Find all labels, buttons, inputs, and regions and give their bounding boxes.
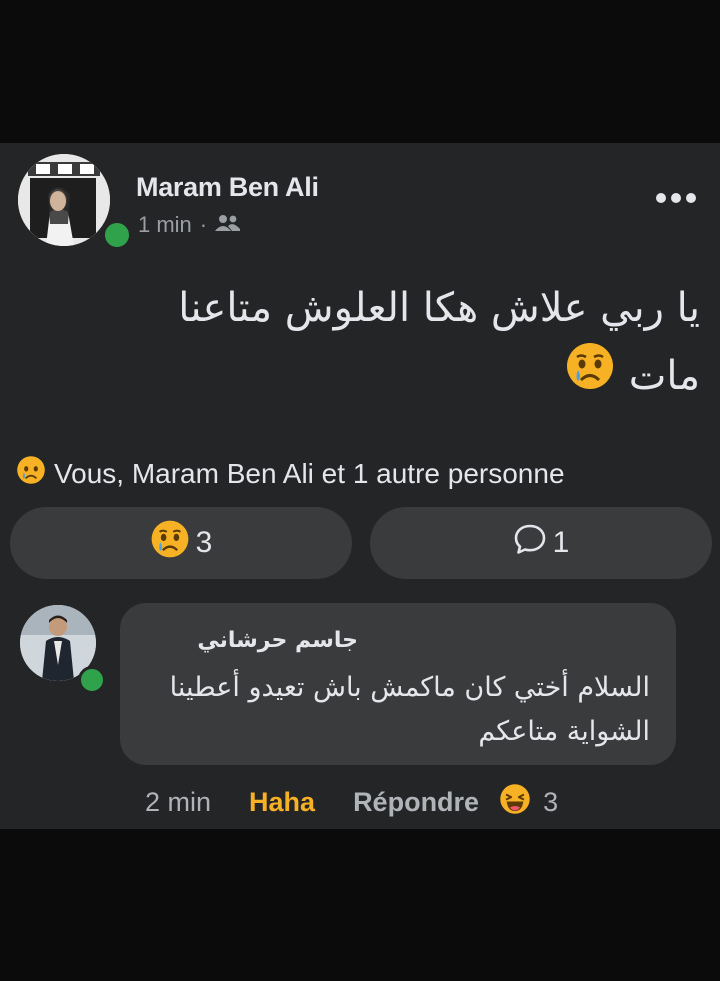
comment-time[interactable]: 2 min xyxy=(145,787,211,818)
commenter-name[interactable]: جاسم حرشاني xyxy=(197,628,358,653)
sad-tear-emoji xyxy=(16,455,46,492)
comment-reaction-number: 3 xyxy=(543,787,559,817)
post-author-name[interactable]: Maram Ben Ali xyxy=(136,172,319,203)
commenter-online-dot xyxy=(78,666,106,694)
comment-reaction-link[interactable]: Haha xyxy=(249,787,315,818)
comment-text-line-2: الشواية متاعكم xyxy=(478,716,650,747)
post-time[interactable]: 1 min xyxy=(138,212,192,238)
more-horizontal-icon xyxy=(656,193,696,203)
reply-button[interactable]: Répondre xyxy=(353,787,479,818)
post-text-line-2-text: مات xyxy=(628,353,700,399)
sad-tear-emoji xyxy=(150,519,190,567)
meta-separator: · xyxy=(199,212,208,237)
sad-tear-emoji xyxy=(565,341,615,411)
post-text-line-2: مات xyxy=(60,341,700,411)
comment-text-line-1: السلام أختي كان ماكمش باش تعيدو أعطينا xyxy=(169,672,650,703)
more-options-button[interactable] xyxy=(652,180,700,216)
comment-icon xyxy=(513,523,547,563)
comment-reaction-count[interactable]: 3 xyxy=(499,783,558,822)
comment-actions: 2 min Haha Répondre 3 xyxy=(145,783,558,822)
reaction-summary-text: Vous, Maram Ben Ali et 1 autre personne xyxy=(54,457,565,489)
post-text: يا ربي علاش هكا العلوش متاعنا مات xyxy=(60,275,700,411)
comment-button[interactable]: 1 xyxy=(370,507,712,579)
post-meta: 1 min · xyxy=(138,212,241,238)
friends-icon xyxy=(215,212,241,238)
comment-text: السلام أختي كان ماكمش باش تعيدو أعطينا ا… xyxy=(110,666,650,754)
reaction-button[interactable]: 3 xyxy=(10,507,352,579)
post-author-avatar[interactable] xyxy=(18,154,110,246)
reaction-count: 3 xyxy=(195,526,213,559)
comment-count: 1 xyxy=(552,526,570,559)
laughing-emoji xyxy=(499,783,531,822)
post-text-line-1: يا ربي علاش هكا العلوش متاعنا xyxy=(178,285,700,331)
online-status-dot xyxy=(102,220,132,250)
reaction-summary[interactable]: Vous, Maram Ben Ali et 1 autre personne xyxy=(16,455,565,492)
